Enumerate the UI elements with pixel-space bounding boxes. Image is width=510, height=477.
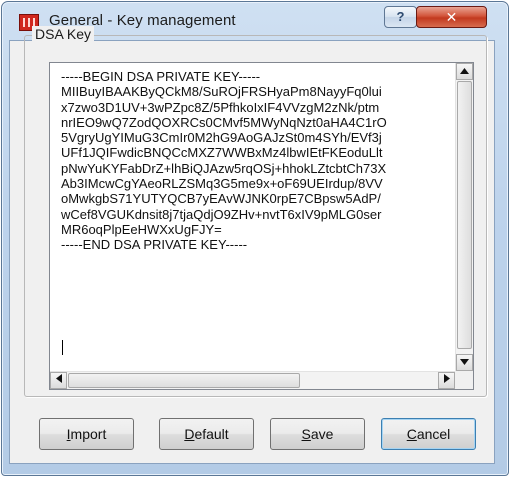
arrow-left-icon [55,374,62,383]
horizontal-scroll-thumb[interactable] [68,373,300,388]
dsa-key-text[interactable]: -----BEGIN DSA PRIVATE KEY----- MIIBuyIBA… [50,63,455,371]
text-caret [62,340,63,355]
key-line: MIIBuyIBAAKByQCkM8/SuROjFRSHyaPm8NayyFq0… [61,84,382,100]
cancel-button[interactable]: Cancel [381,418,476,450]
arrow-right-icon [443,374,450,383]
key-line: UFf1JQIFwdicBNQCcMXZ7WWBxMz4lbwIEtFKEodu… [61,145,383,161]
arrow-up-icon [460,68,469,74]
horizontal-scrollbar[interactable] [50,371,455,389]
default-label: efault [194,426,229,442]
scroll-down-button[interactable] [456,354,473,371]
key-line: MR6oqPlpEeHWXxUgFJY= [61,221,222,237]
key-line: oMwkgbS71YUTYQCB7yEAvWJNK0rpE7CBpsw5AdP/ [61,191,381,207]
default-accelerator: D [184,426,195,442]
scroll-left-button[interactable] [50,372,67,389]
vertical-scroll-thumb[interactable] [457,81,472,349]
cancel-label: ancel [416,426,451,442]
scroll-right-button[interactable] [438,372,455,389]
arrow-down-icon [460,359,469,365]
key-line-begin: -----BEGIN DSA PRIVATE KEY----- [61,69,261,84]
key-line: 5VgryUgYIMuG3CmIr0M2hG9AoGAJzSt0m4SYh/EV… [61,130,382,146]
key-line: nrIEO9wQ7ZodQOXRCs0CMvf5MWyNqNzt0aHA4C1r… [61,114,387,130]
key-line: Ab3IMcwCgYAeoRLZSMq3G5me9x+oF69UEIrdup/8… [61,176,383,192]
dsa-key-legend: DSA Key [32,26,95,42]
key-line: wCef8VGUKdnsit8j7tjaQdjO9ZHv+nvtT6xIV9pM… [61,206,382,222]
default-button[interactable]: Default [159,418,254,450]
save-label: ave [310,426,334,442]
import-label: mport [70,426,107,442]
close-button[interactable]: ✕ [416,6,487,28]
cancel-accelerator: C [406,426,417,442]
save-accelerator: S [301,426,311,442]
key-line: x7zwo3D1UV+3wPZpc8Z/5PfhkoIxIF4VVzgM2zNk… [61,99,380,115]
help-button[interactable]: ? [384,6,417,28]
close-icon: ✕ [445,9,458,25]
help-icon: ? [396,9,405,24]
key-line: pNwYuKYFabDrZ+lhBiQJAzw5rqOSj+hhokLZtcbt… [61,160,387,176]
import-button[interactable]: Import [39,418,134,450]
scroll-corner [455,371,473,389]
scroll-up-button[interactable] [456,63,473,80]
key-line-end: -----END DSA PRIVATE KEY----- [61,237,248,253]
dsa-key-textarea[interactable]: -----BEGIN DSA PRIVATE KEY----- MIIBuyIBA… [49,62,474,390]
vertical-scrollbar[interactable] [455,63,473,371]
save-button[interactable]: Save [270,418,365,450]
